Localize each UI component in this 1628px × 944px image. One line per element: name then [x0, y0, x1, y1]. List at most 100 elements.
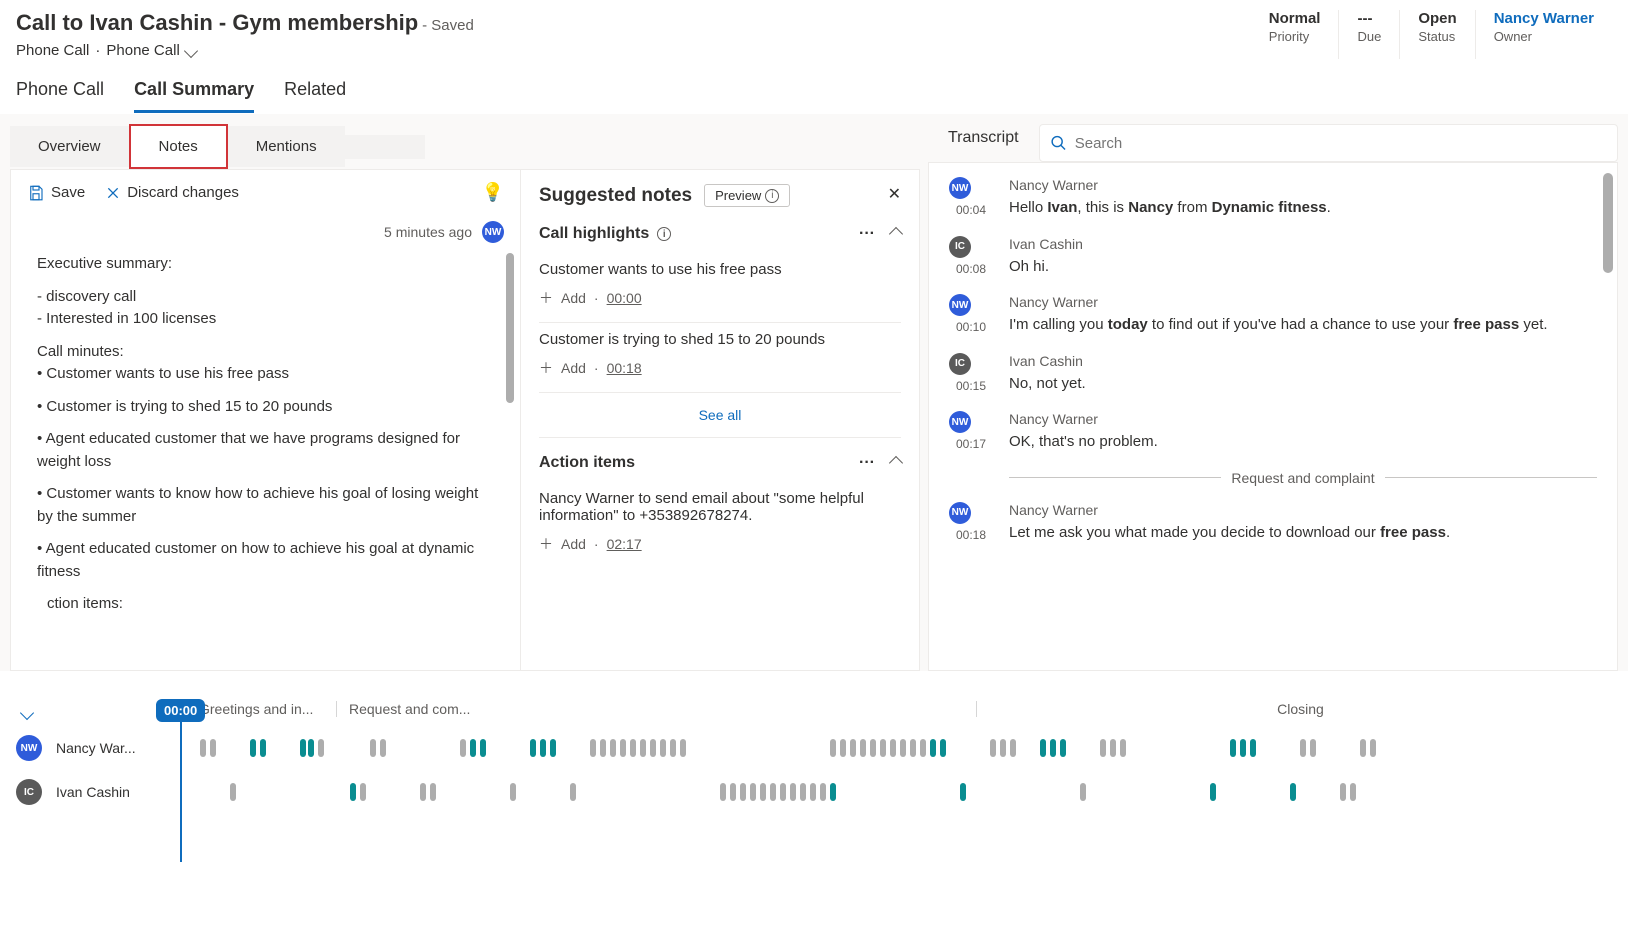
save-status: - Saved: [422, 17, 474, 34]
speaker-label: Nancy Warner: [1009, 411, 1158, 427]
collapse-icon[interactable]: [889, 456, 903, 470]
plus-icon: ＋: [539, 288, 553, 308]
tab-related[interactable]: Related: [284, 79, 346, 113]
segment-request[interactable]: Request and com...: [336, 701, 976, 717]
speaker-avatar: IC: [949, 236, 971, 258]
speaker-track: IC Ivan Cashin: [16, 779, 1612, 805]
speaker-name: Nancy War...: [56, 740, 156, 756]
owner-link[interactable]: Nancy Warner: [1494, 10, 1594, 27]
more-icon[interactable]: ···: [859, 225, 875, 243]
transcript-header: Transcript: [948, 129, 1019, 157]
entry-time: 00:10: [949, 320, 993, 334]
record-header: Call to Ivan Cashin - Gym membership - S…: [0, 0, 1628, 65]
notes-panel: Save Discard changes 💡 5 minutes ago NW: [11, 170, 521, 670]
preview-button[interactable]: Preview i: [704, 184, 790, 207]
speaker-avatar: IC: [16, 779, 42, 805]
entry-text: No, not yet.: [1009, 373, 1086, 396]
save-button[interactable]: Save: [27, 184, 85, 202]
subtab-blank[interactable]: [345, 135, 425, 159]
speaker-avatar: NW: [949, 177, 971, 199]
speaker-bars[interactable]: [170, 739, 1612, 757]
entry-time: 00:08: [949, 262, 993, 276]
transcript-entry[interactable]: NW 00:04 Nancy Warner Hello Ivan, this is N…: [949, 177, 1597, 220]
search-input[interactable]: [1075, 135, 1607, 152]
priority-value: Normal: [1269, 10, 1321, 27]
transcript-entry[interactable]: NW 00:10 Nancy Warner I'm calling you today…: [949, 294, 1597, 337]
speaker-avatar: NW: [949, 294, 971, 316]
notes-editor[interactable]: Executive summary: - discovery call- Int…: [11, 253, 520, 670]
transcript-entry[interactable]: NW 00:18 Nancy Warner Let me ask you what m…: [949, 502, 1597, 545]
timestamp-link[interactable]: 00:00: [607, 290, 642, 306]
highlight-item: Customer wants to use his free pass ＋ Ad…: [539, 253, 901, 323]
scrollbar[interactable]: [506, 253, 514, 403]
see-all-link[interactable]: See all: [539, 393, 901, 438]
timeline: 00:00 Greetings and in... Request and co…: [0, 701, 1628, 825]
entry-text: Hello Ivan, this is Nancy from Dynamic f…: [1009, 197, 1331, 220]
segment-greetings[interactable]: Greetings and in...: [186, 701, 336, 717]
record-title: Call to Ivan Cashin - Gym membership: [16, 10, 418, 35]
suggested-notes-panel: ✕ Suggested notes Preview i Call highlig…: [521, 170, 919, 670]
close-suggested-button[interactable]: ✕: [888, 184, 901, 204]
entry-time: 00:15: [949, 379, 993, 393]
speaker-avatar: NW: [949, 411, 971, 433]
subtab-mentions[interactable]: Mentions: [228, 126, 345, 167]
segment-closing[interactable]: Closing: [976, 701, 1612, 717]
entry-time: 00:18: [949, 528, 993, 542]
chevron-down-icon: [184, 43, 198, 57]
transcript-entry[interactable]: IC 00:15 Ivan Cashin No, not yet.: [949, 353, 1597, 396]
form-selector[interactable]: Phone Call: [106, 42, 195, 59]
notes-timestamp: 5 minutes ago: [384, 224, 472, 240]
collapse-icon[interactable]: [889, 227, 903, 241]
speaker-avatar: NW: [16, 735, 42, 761]
add-action-button[interactable]: Add: [561, 536, 586, 552]
speaker-name: Ivan Cashin: [56, 784, 156, 800]
speaker-label: Nancy Warner: [1009, 177, 1331, 193]
info-icon: i: [765, 189, 779, 203]
lightbulb-icon[interactable]: 💡: [482, 182, 504, 203]
speaker-avatar: NW: [949, 502, 971, 524]
entry-text: Let me ask you what made you decide to d…: [1009, 522, 1450, 545]
add-highlight-button[interactable]: Add: [561, 360, 586, 376]
info-icon[interactable]: i: [657, 227, 671, 241]
entity-name: Phone Call: [16, 42, 89, 59]
action-item: Nancy Warner to send email about "some h…: [539, 482, 901, 568]
entry-text: I'm calling you today to find out if you…: [1009, 314, 1548, 337]
author-avatar: NW: [482, 221, 504, 243]
discard-button[interactable]: Discard changes: [105, 184, 239, 202]
suggested-title: Suggested notes: [539, 185, 692, 207]
speaker-label: Ivan Cashin: [1009, 353, 1086, 369]
add-highlight-button[interactable]: Add: [561, 290, 586, 306]
speaker-bars[interactable]: [170, 783, 1612, 801]
entry-text: Oh hi.: [1009, 256, 1083, 279]
tab-call-summary[interactable]: Call Summary: [134, 79, 254, 113]
collapse-timeline-button[interactable]: [22, 705, 32, 721]
plus-icon: ＋: [539, 534, 553, 554]
transcript-entry[interactable]: IC 00:08 Ivan Cashin Oh hi.: [949, 236, 1597, 279]
highlight-item: Customer is trying to shed 15 to 20 poun…: [539, 323, 901, 393]
sub-tabs: Overview Notes Mentions: [10, 124, 425, 169]
transcript-entry[interactable]: NW00:17Nancy WarnerOK, that's no problem…: [949, 411, 1597, 454]
speaker-label: Ivan Cashin: [1009, 236, 1083, 252]
subtab-overview[interactable]: Overview: [10, 126, 129, 167]
scrollbar[interactable]: [1603, 173, 1613, 273]
subtab-notes[interactable]: Notes: [129, 124, 228, 169]
speaker-track: NW Nancy War...: [16, 735, 1612, 761]
timestamp-link[interactable]: 02:17: [607, 536, 642, 552]
more-icon[interactable]: ···: [859, 454, 875, 472]
speaker-label: Nancy Warner: [1009, 502, 1450, 518]
save-icon: [27, 184, 45, 202]
action-items-header: Action items: [539, 454, 635, 472]
tab-phone-call[interactable]: Phone Call: [16, 79, 104, 113]
plus-icon: ＋: [539, 358, 553, 378]
speaker-label: Nancy Warner: [1009, 294, 1548, 310]
timestamp-link[interactable]: 00:18: [607, 360, 642, 376]
search-box[interactable]: [1039, 124, 1618, 162]
entry-time: 00:17: [949, 437, 993, 451]
call-highlights-header: Call highlights: [539, 225, 649, 243]
close-icon: [105, 185, 121, 201]
entry-time: 00:04: [949, 203, 993, 217]
record-meta: NormalPriority ---Due OpenStatus Nancy W…: [1251, 10, 1612, 59]
transcript-panel: NW 00:04 Nancy Warner Hello Ivan, this is N…: [928, 162, 1618, 671]
playhead[interactable]: 00:00: [156, 699, 205, 862]
speaker-avatar: IC: [949, 353, 971, 375]
